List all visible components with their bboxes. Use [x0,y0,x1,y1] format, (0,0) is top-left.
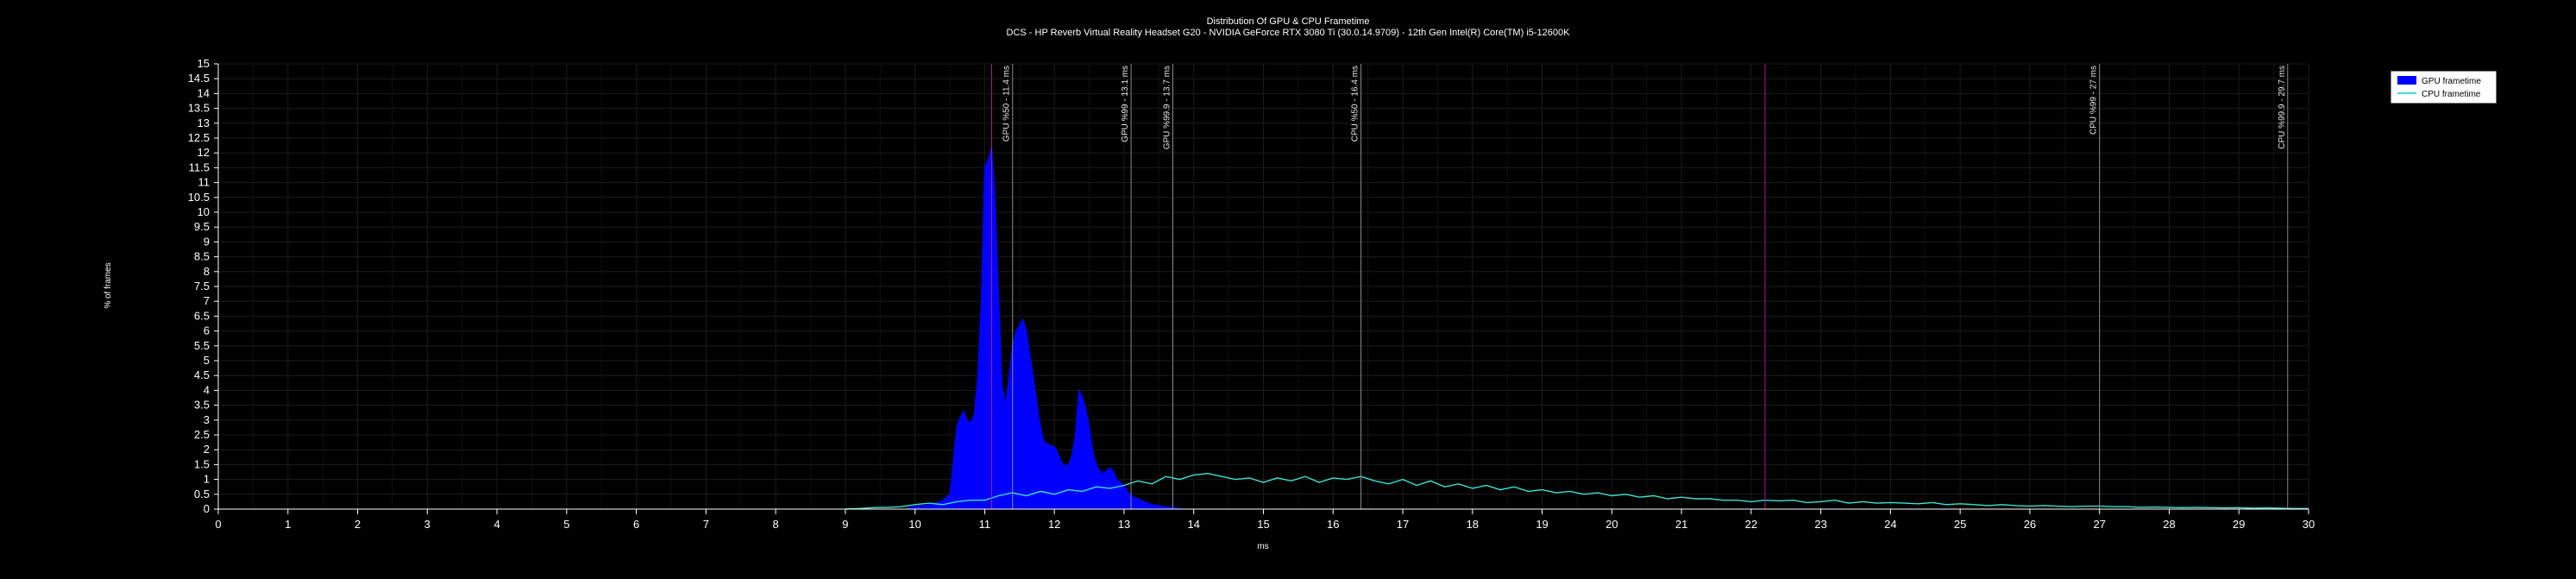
y-tick-label: 11.5 [189,160,210,173]
y-tick-label: 1 [204,473,210,486]
chart-subtitle: DCS - HP Reverb Virtual Reality Headset … [1007,28,1571,38]
legend-gpu-label: GPU frametime [2422,77,2481,86]
frametime-distribution-chart: Distribution Of GPU & CPU Frametime DCS … [0,0,2576,575]
y-tick-label: 1.5 [194,457,210,470]
x-tick-label: 18 [1467,518,1479,531]
percentile-marker-label: CPU %99 - 27 ms [2089,66,2099,135]
y-tick-label: 6 [204,324,210,337]
y-tick-label: 10.5 [188,191,210,204]
legend: GPU frametime CPU frametime [2390,70,2497,104]
y-tick-label: 12.5 [188,131,210,144]
x-tick-label: 14 [1187,518,1199,531]
percentile-marker-label: GPU %50 - 11.4 ms [1002,66,1012,142]
y-tick-label: 0 [204,502,210,515]
y-tick-label: 12 [198,146,210,159]
x-tick-label: 8 [773,518,779,531]
x-tick-label: 24 [1884,518,1896,531]
legend-gpu-swatch [2397,76,2416,85]
y-tick-label: 6.5 [194,309,210,322]
x-tick-label: 20 [1605,518,1618,531]
y-tick-label: 3.5 [194,399,210,412]
percentile-marker-label: GPU %99.9 - 13.7 ms [1163,66,1172,149]
y-tick-label: 10 [198,205,210,218]
y-tick-label: 15 [198,57,210,70]
y-tick-label: 13 [198,116,210,129]
x-tick-label: 13 [1118,518,1130,531]
y-tick-label: 9.5 [194,220,210,233]
y-tick-label: 5 [204,354,210,367]
y-tick-label: 7 [204,294,210,307]
y-tick-label: 3 [204,413,210,426]
x-tick-label: 4 [493,518,499,531]
y-tick-label: 4 [204,383,210,396]
x-tick-label: 19 [1536,518,1548,531]
x-tick-label: 5 [563,518,569,531]
x-tick-label: 3 [424,518,430,531]
x-tick-label: 9 [842,518,848,531]
x-tick-label: 10 [908,518,920,531]
x-tick-label: 17 [1397,518,1409,531]
y-tick-label: 5.5 [194,339,210,352]
y-tick-label: 14.5 [188,72,210,85]
percentile-marker-label: CPU %50 - 16.4 ms [1351,66,1360,142]
x-tick-label: 22 [1745,518,1757,531]
x-tick-label: 15 [1257,518,1269,531]
chart-container: Distribution Of GPU & CPU Frametime DCS … [0,0,2576,575]
x-tick-label: 1 [285,518,291,531]
x-tick-label: 7 [703,518,709,531]
x-tick-label: 25 [1954,518,1966,531]
y-tick-label: 2 [204,443,210,456]
y-tick-label: 7.5 [194,280,210,293]
y-tick-label: 4.5 [194,368,210,381]
x-tick-label: 27 [2093,518,2105,531]
x-tick-label: 0 [215,518,221,531]
chart-background [0,0,2576,575]
grid [217,63,2309,510]
x-tick-label: 26 [2024,518,2036,531]
y-tick-label: 0.5 [194,488,210,500]
y-tick-label: 9 [204,235,210,248]
x-tick-label: 21 [1675,518,1687,531]
y-tick-label: 14 [198,86,210,99]
y-tick-label: 8 [204,265,210,278]
x-tick-label: 16 [1327,518,1339,531]
x-tick-label: 28 [2163,518,2175,531]
y-tick-label: 11 [198,176,210,189]
x-tick-label: 2 [355,518,361,531]
x-axis-label: ms [1257,542,1268,551]
percentile-marker-label: CPU %99.9 - 29.7 ms [2278,66,2287,149]
y-tick-label: 2.5 [194,428,210,441]
x-tick-label: 30 [2303,518,2315,531]
chart-title: Distribution Of GPU & CPU Frametime [1207,16,1370,27]
y-tick-label: 13.5 [188,102,210,115]
x-tick-label: 29 [2233,518,2245,531]
x-tick-label: 11 [979,518,991,531]
y-tick-label: 8.5 [194,250,210,263]
x-tick-label: 12 [1048,518,1060,531]
x-tick-label: 6 [633,518,639,531]
legend-cpu-label: CPU frametime [2422,90,2481,99]
x-tick-label: 23 [1814,518,1826,531]
y-axis-label: % of frames [104,262,113,308]
percentile-marker-label: GPU %99 - 13.1 ms [1121,66,1130,142]
